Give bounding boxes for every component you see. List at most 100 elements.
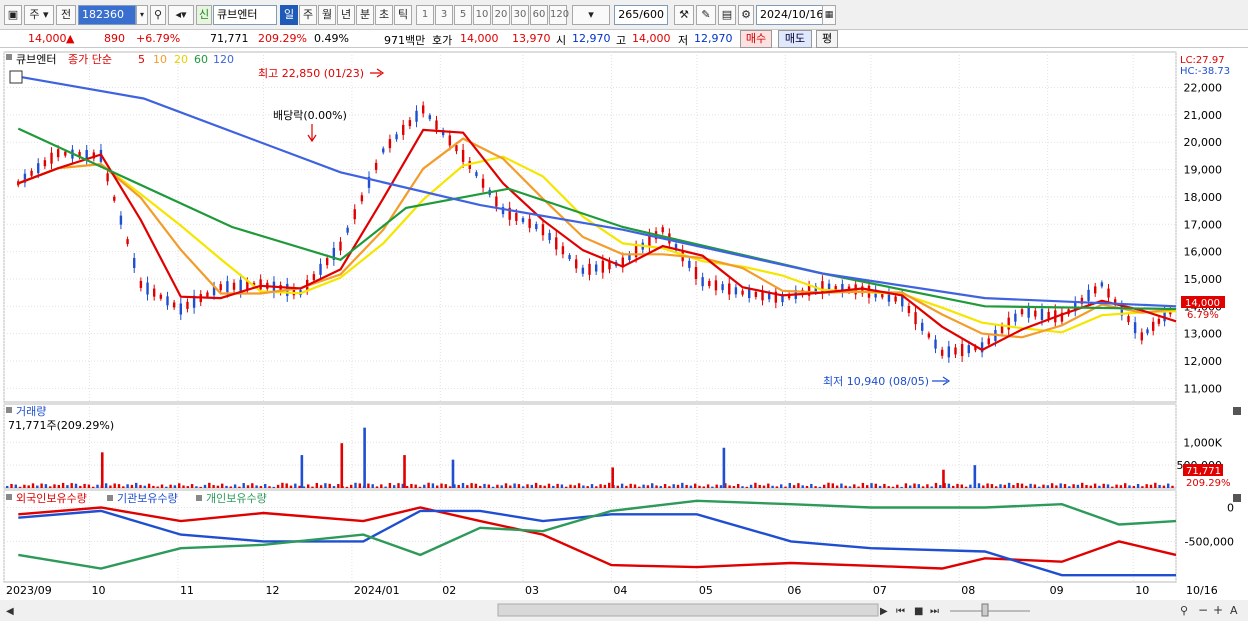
market-select[interactable]: 주 ▾ <box>24 5 54 25</box>
search-icon[interactable]: ⚲ <box>150 5 166 25</box>
candle-body <box>146 282 149 295</box>
hold-panel-close-icon[interactable] <box>1233 494 1241 502</box>
interval-button-1[interactable]: 1 <box>416 5 434 25</box>
prev-button[interactable]: 전 <box>56 5 76 25</box>
period-button-5[interactable]: 초 <box>375 5 393 25</box>
candle-body <box>1007 317 1010 330</box>
save-icon[interactable]: ▤ <box>718 5 736 25</box>
volume-bar <box>577 483 581 488</box>
date-field[interactable]: 2024/10/16 <box>756 5 824 25</box>
interval-dropdown[interactable]: ▾ <box>572 5 610 25</box>
interval-button-120[interactable]: 120 <box>549 5 569 25</box>
candle-body <box>575 259 578 269</box>
code-dropdown-icon[interactable]: ▾ <box>136 5 148 25</box>
toolbar: ▣ 주 ▾ 전 182360 ▾ ⚲ ◂▾ 신 큐브엔터 일주월년분초틱 135… <box>0 0 1248 30</box>
candle-body <box>1087 289 1090 301</box>
interval-button-10[interactable]: 10 <box>473 5 491 25</box>
x-tick-label: 10 <box>1135 584 1149 597</box>
volume-bar <box>788 482 791 488</box>
candle-body <box>259 279 262 290</box>
price-tick-label: 21,000 <box>1184 109 1223 122</box>
plus-icon[interactable]: + <box>1213 603 1223 617</box>
text-tool-icon[interactable]: A <box>1230 604 1238 617</box>
volume-bar <box>874 483 877 488</box>
volume-bar <box>517 484 521 488</box>
volume-bar <box>1149 484 1153 488</box>
candle-body <box>1040 309 1044 320</box>
stock-code-input[interactable]: 182360 <box>78 5 136 25</box>
candle-body <box>50 152 53 164</box>
zoom-slider-handle[interactable] <box>981 603 989 617</box>
last-volume-tag-text: 71,771 <box>1186 466 1221 477</box>
volume-bar <box>1055 485 1058 488</box>
zoom-out-icon[interactable]: ⚲ <box>1180 604 1188 617</box>
hold-legend-handle-icon[interactable] <box>6 494 12 500</box>
period-button-6[interactable]: 틱 <box>394 5 412 25</box>
x-tick-label: 12 <box>265 584 279 597</box>
period-button-2[interactable]: 월 <box>318 5 336 25</box>
scrollbar-thumb[interactable] <box>497 603 879 617</box>
volume-bar <box>565 486 568 488</box>
interval-button-30[interactable]: 30 <box>511 5 529 25</box>
buy-button[interactable]: 매수 <box>740 30 772 48</box>
volume-bar <box>749 484 753 488</box>
interval-button-3[interactable]: 3 <box>435 5 453 25</box>
price-tick-label: 20,000 <box>1184 136 1223 149</box>
sell-button[interactable]: 매도 <box>778 30 812 48</box>
volume-bar <box>1003 484 1006 488</box>
indiv-legend-handle-icon[interactable] <box>196 495 202 501</box>
holdings-tick-label: -500,000 <box>1185 535 1234 548</box>
count-field[interactable]: 265/600 <box>614 5 668 25</box>
candle-body <box>1014 313 1017 322</box>
volume-bar <box>483 483 486 488</box>
volume-bar <box>917 484 920 488</box>
draw-tool-icon[interactable]: ✎ <box>696 5 716 25</box>
candle-body <box>388 139 392 149</box>
volume-bar <box>1128 485 1131 488</box>
interval-button-20[interactable]: 20 <box>492 5 510 25</box>
stop-icon[interactable]: ■ <box>914 606 923 617</box>
candle-body <box>64 151 67 156</box>
volume-title: 거래량 <box>16 405 46 418</box>
volume-bar <box>345 486 349 488</box>
stock-name-field[interactable]: 큐브엔터 <box>213 5 277 25</box>
ma20-legend: 20 <box>174 53 188 66</box>
rewind-icon[interactable]: ⏮ <box>896 606 905 617</box>
crosshair-tool-icon[interactable] <box>9 70 23 84</box>
inst-legend-handle-icon[interactable] <box>107 495 113 501</box>
calendar-icon[interactable]: ▦ <box>822 5 836 25</box>
interval-button-5[interactable]: 5 <box>454 5 472 25</box>
volume-bar <box>719 485 723 488</box>
volume-bar <box>823 484 826 488</box>
speaker-icon[interactable]: ◂▾ <box>168 5 194 25</box>
candle-settings-icon[interactable]: ⚒ <box>674 5 694 25</box>
candle-body <box>661 227 664 233</box>
volume-value: 71,771 <box>210 32 249 45</box>
eval-button[interactable]: 평 <box>816 30 838 48</box>
period-button-3[interactable]: 년 <box>337 5 355 25</box>
legend-handle-icon[interactable] <box>6 54 12 60</box>
fast-forward-icon[interactable]: ⏭ <box>930 606 939 617</box>
window-icon[interactable]: ▣ <box>4 5 22 25</box>
interval-button-60[interactable]: 60 <box>530 5 548 25</box>
volume-bar <box>560 484 564 488</box>
volume-bar <box>1145 484 1148 488</box>
volume-bar <box>1085 485 1088 488</box>
period-button-4[interactable]: 분 <box>356 5 374 25</box>
volume-bar <box>496 484 499 488</box>
scroll-left-icon[interactable]: ◀ <box>6 606 14 617</box>
vol-legend-handle-icon[interactable] <box>6 407 12 413</box>
volume-bar <box>530 484 533 488</box>
gear-icon[interactable]: ⚙ <box>738 5 754 25</box>
candle-body <box>56 149 60 158</box>
vol-panel-close-icon[interactable] <box>1233 407 1241 415</box>
minus-icon[interactable]: − <box>1198 603 1208 617</box>
volume-bar <box>1106 484 1110 488</box>
scroll-right-icon[interactable]: ▶ <box>880 606 888 617</box>
volume-bar <box>534 482 538 488</box>
period-button-1[interactable]: 주 <box>299 5 317 25</box>
price-tick-label: 16,000 <box>1184 246 1223 259</box>
period-button-0[interactable]: 일 <box>280 5 298 25</box>
candle-body <box>325 258 329 266</box>
ask-price: 14,000 <box>460 32 499 45</box>
